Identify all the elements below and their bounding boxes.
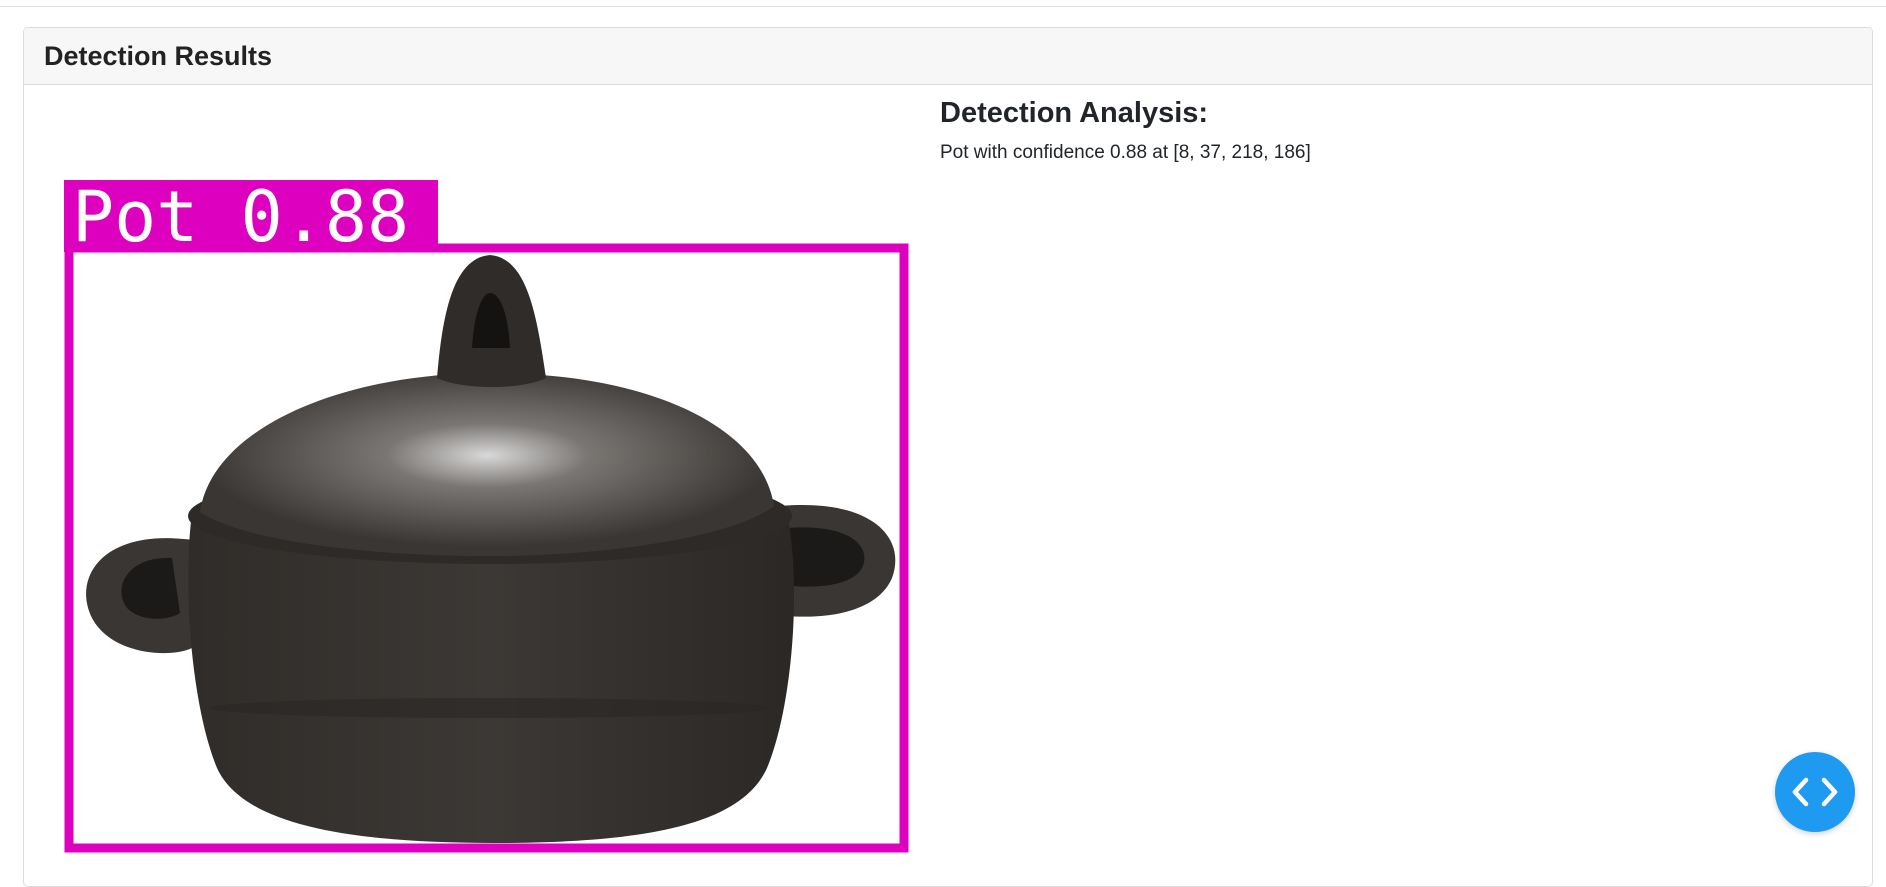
card-header: Detection Results xyxy=(24,28,1872,85)
analysis-panel: Detection Analysis: Pot with confidence … xyxy=(940,97,1820,164)
analysis-heading: Detection Analysis: xyxy=(940,97,1209,129)
detection-image-canvas: Pot 0.88 xyxy=(64,176,909,853)
code-toggle-button[interactable] xyxy=(1775,752,1855,832)
card-title: Detection Results xyxy=(44,40,273,71)
top-divider xyxy=(0,6,1886,7)
pot-illustration xyxy=(86,255,896,843)
box-label: Pot 0.88 xyxy=(72,176,409,258)
detection-result-item: Pot with confidence 0.88 at [8, 37, 218,… xyxy=(940,142,1311,163)
code-brackets-icon xyxy=(1792,777,1838,807)
detection-image: Pot 0.88 xyxy=(42,108,930,868)
